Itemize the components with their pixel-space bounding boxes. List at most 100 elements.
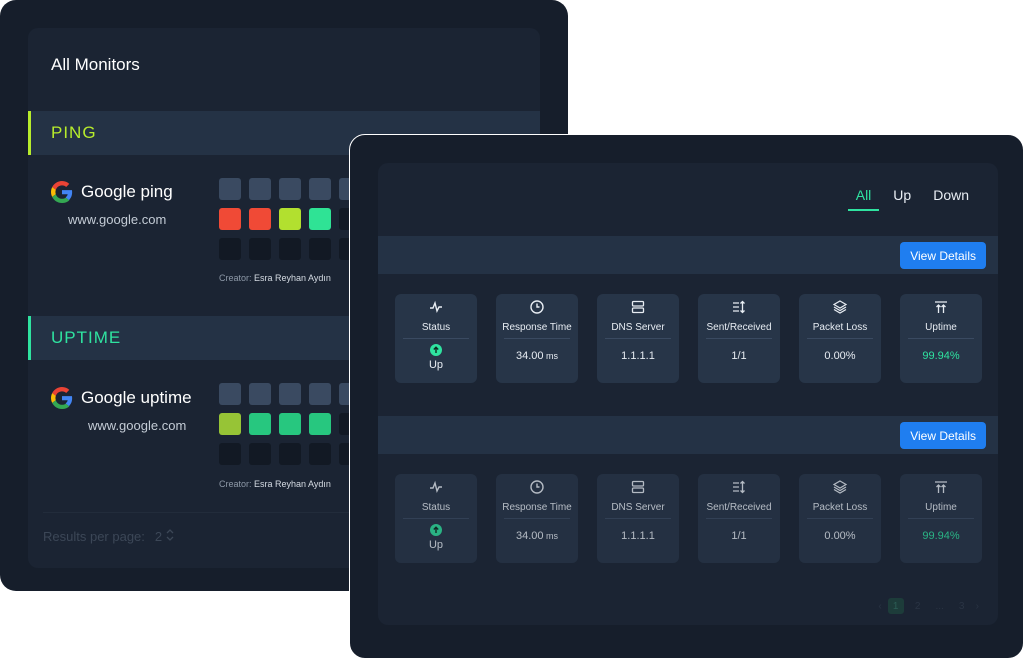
monitor-header-bar: View Details <box>378 416 998 454</box>
status-filter-tabs: All Up Down <box>842 187 977 211</box>
results-per-page-select[interactable]: 2 <box>155 529 174 544</box>
pulse-icon <box>395 480 477 494</box>
filter-tab-down[interactable]: Down <box>925 187 977 211</box>
heartbeat-square <box>309 238 331 260</box>
category-accent <box>28 111 31 155</box>
stat-card-title: Uptime <box>925 502 957 513</box>
stat-card-title: Sent/Received <box>706 322 772 333</box>
monitor-stats-row: Status Up Response Time 34.00 ms DNS Server 1… <box>395 474 982 563</box>
stat-card-value: 34.00 ms <box>515 350 559 362</box>
view-details-button[interactable]: View Details <box>900 422 986 449</box>
divider <box>706 518 772 519</box>
stat-card-value: Up <box>395 524 477 551</box>
pulse-icon <box>395 300 477 314</box>
stat-card-uptime: Uptime 99.94% <box>900 474 982 563</box>
divider <box>403 518 469 519</box>
results-per-page-label: Results per page: <box>43 529 145 544</box>
stat-card-title: Status <box>421 502 451 513</box>
stat-card-dns-server: DNS Server 1.1.1.1 <box>597 294 679 383</box>
stat-card-response-time: Response Time 34.00 ms <box>496 294 578 383</box>
stat-card-title: Packet Loss <box>812 322 868 333</box>
stat-card-value: 99.94% <box>922 530 960 542</box>
google-logo-icon <box>51 181 73 203</box>
stat-card-title: Packet Loss <box>812 502 868 513</box>
heartbeat-square <box>249 238 271 260</box>
google-logo-icon <box>51 387 73 409</box>
chevron-left-icon[interactable]: ‹ <box>878 601 881 612</box>
page-button[interactable]: 1 <box>887 598 904 614</box>
layers-icon <box>799 300 881 314</box>
monitor-creator: Creator: Esra Reyhan Aydın <box>219 273 331 283</box>
heartbeat-square <box>219 208 241 230</box>
stat-card-value: Up <box>395 344 477 371</box>
heartbeat-square <box>249 443 271 465</box>
divider <box>807 518 873 519</box>
stat-card-title: Uptime <box>925 322 957 333</box>
arrow-up-icon <box>430 344 442 356</box>
heartbeat-square <box>249 383 271 405</box>
filter-tab-all[interactable]: All <box>847 187 880 211</box>
heartbeat-grid-ping <box>219 178 361 260</box>
heartbeat-square <box>249 178 271 200</box>
heartbeat-square <box>219 178 241 200</box>
heartbeat-square <box>219 413 241 435</box>
page-button[interactable]: 3 <box>954 598 970 614</box>
stat-card-sent-received: Sent/Received 1/1 <box>698 294 780 383</box>
category-label: UPTIME <box>51 328 122 347</box>
page-ellipsis: ... <box>935 600 944 612</box>
stat-card-title: DNS Server <box>611 502 665 513</box>
heartbeat-square <box>279 413 301 435</box>
monitor-name-google-uptime[interactable]: Google uptime <box>51 387 192 409</box>
stat-card-uptime: Uptime 99.94% <box>900 294 982 383</box>
server-icon <box>597 480 679 494</box>
divider <box>706 338 772 339</box>
heartbeat-square <box>219 443 241 465</box>
divider <box>504 518 570 519</box>
stat-card-response-time: Response Time 34.00 ms <box>496 474 578 563</box>
uptime-icon <box>900 480 982 494</box>
results-per-page: Results per page: 2 <box>43 529 174 544</box>
stat-card-status: Status Up <box>395 294 477 383</box>
stat-card-title: Response Time <box>502 322 572 333</box>
heartbeat-square <box>309 208 331 230</box>
filter-tab-up[interactable]: Up <box>885 187 919 211</box>
layers-icon <box>799 480 881 494</box>
monitor-stats-row: Status Up Response Time 34.00 ms DNS Server 1… <box>395 294 982 383</box>
stat-card-value: 99.94% <box>922 350 960 362</box>
divider <box>605 518 671 519</box>
heartbeat-square <box>219 238 241 260</box>
stat-card-packet-loss: Packet Loss 0.00% <box>799 294 881 383</box>
sort-icon <box>698 300 780 314</box>
stat-card-value: 1/1 <box>731 530 747 542</box>
page-button[interactable]: 2 <box>910 598 926 614</box>
stat-card-title: Status <box>421 322 451 333</box>
heartbeat-square <box>309 383 331 405</box>
stat-card-title: DNS Server <box>611 322 665 333</box>
divider <box>403 338 469 339</box>
monitor-header-bar: View Details <box>378 236 998 274</box>
monitor-url: www.google.com <box>68 212 167 227</box>
chevron-updown-icon <box>166 529 174 544</box>
heartbeat-square <box>279 383 301 405</box>
monitor-name-google-ping[interactable]: Google ping <box>51 181 173 203</box>
heartbeat-square <box>279 238 301 260</box>
server-icon <box>597 300 679 314</box>
category-label: PING <box>51 123 97 142</box>
sort-icon <box>698 480 780 494</box>
stat-card-value: 0.00% <box>824 350 856 362</box>
stat-card-dns-server: DNS Server 1.1.1.1 <box>597 474 679 563</box>
heartbeat-square <box>309 413 331 435</box>
divider <box>605 338 671 339</box>
monitor-details-panel: All Up Down View Details Status Up Respons… <box>349 134 1024 659</box>
chevron-right-icon[interactable]: › <box>976 601 979 612</box>
arrow-up-icon <box>430 524 442 536</box>
divider <box>908 338 974 339</box>
monitor-creator: Creator: Esra Reyhan Aydın <box>219 479 331 489</box>
view-details-button[interactable]: View Details <box>900 242 986 269</box>
stat-card-status: Status Up <box>395 474 477 563</box>
stat-card-title: Sent/Received <box>706 502 772 513</box>
clock-icon <box>496 480 578 494</box>
stat-card-packet-loss: Packet Loss 0.00% <box>799 474 881 563</box>
stat-card-value: 34.00 ms <box>515 530 559 542</box>
heartbeat-square <box>309 178 331 200</box>
